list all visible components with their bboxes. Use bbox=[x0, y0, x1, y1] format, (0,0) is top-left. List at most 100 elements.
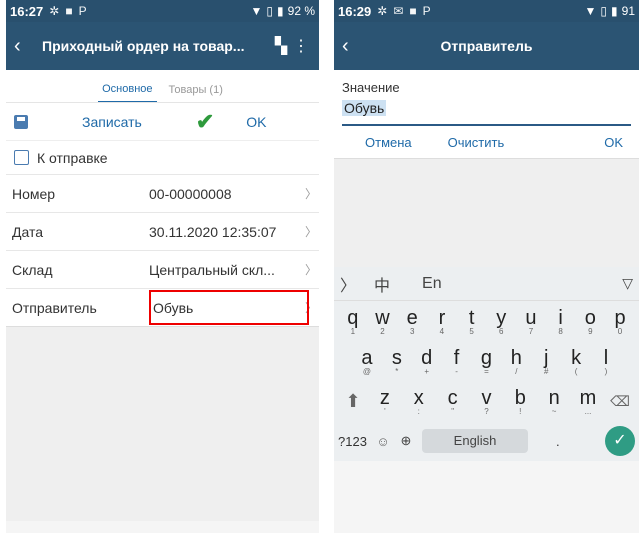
key-y[interactable]: y6 bbox=[488, 307, 515, 336]
key-i[interactable]: i8 bbox=[547, 307, 574, 336]
app-bar: ‹ Приходный ордер на товар... ▚ ⋮ bbox=[6, 22, 319, 70]
period-key[interactable]: . bbox=[556, 434, 560, 449]
key-label: y bbox=[496, 306, 507, 329]
key-p[interactable]: p0 bbox=[607, 307, 634, 336]
key-s[interactable]: s * bbox=[383, 347, 410, 376]
key-f[interactable]: f- bbox=[443, 347, 470, 376]
key-label: c bbox=[447, 386, 458, 409]
status-time: 16:29 bbox=[338, 3, 372, 19]
key-label: v bbox=[481, 386, 492, 409]
key-label: l bbox=[603, 346, 609, 369]
key-q[interactable]: q1 bbox=[339, 307, 366, 336]
key-c[interactable]: c " bbox=[441, 387, 465, 416]
tab-bar: Основное Товары (1) bbox=[6, 70, 319, 102]
copy-icon[interactable]: ▚ bbox=[271, 36, 291, 56]
field-label: Номер bbox=[12, 185, 56, 202]
field-sender[interactable]: Отправитель Обувь 〉 bbox=[6, 288, 319, 326]
settings-status-icon: ✲ bbox=[49, 4, 60, 18]
value-input-text[interactable]: Обувь bbox=[342, 100, 387, 116]
key-w[interactable]: w2 bbox=[369, 307, 396, 336]
key-sublabel: ( bbox=[574, 366, 578, 376]
key-k[interactable]: k( bbox=[563, 347, 590, 376]
key-j[interactable]: j # bbox=[533, 347, 560, 376]
key-sublabel: " bbox=[451, 406, 455, 416]
app-status-icon: ■ bbox=[409, 4, 417, 18]
wifi-icon: ▼ bbox=[584, 4, 597, 18]
key-r[interactable]: r4 bbox=[428, 307, 455, 336]
clear-button[interactable]: Очистить bbox=[448, 135, 505, 150]
key-m[interactable]: m... bbox=[576, 387, 600, 416]
check-icon[interactable]: ✔ bbox=[196, 109, 214, 135]
key-sublabel: @ bbox=[362, 366, 371, 376]
key-sublabel: = bbox=[484, 366, 489, 376]
key-label: z bbox=[379, 386, 390, 409]
english-mode-button[interactable]: En bbox=[422, 275, 442, 293]
key-u[interactable]: u7 bbox=[517, 307, 544, 336]
backspace-icon[interactable]: ⌫ bbox=[605, 393, 635, 410]
send-checkbox-row[interactable]: К отправке bbox=[6, 140, 319, 174]
key-g[interactable]: g = bbox=[473, 347, 500, 376]
key-label: p bbox=[614, 306, 626, 329]
key-label: f bbox=[453, 346, 460, 369]
key-label: o bbox=[584, 306, 596, 329]
field-label: Склад bbox=[12, 261, 53, 278]
ok-button[interactable]: OK bbox=[604, 135, 623, 150]
shift-icon[interactable]: ⬆ bbox=[338, 391, 368, 412]
save-button[interactable]: Записать bbox=[82, 114, 142, 130]
key-label: g bbox=[480, 346, 492, 369]
tab-main[interactable]: Основное bbox=[98, 83, 157, 102]
key-v[interactable]: v? bbox=[474, 387, 498, 416]
collapse-keyboard-icon[interactable]: ▽ bbox=[622, 275, 633, 292]
key-label: w bbox=[375, 306, 390, 329]
key-sublabel: 4 bbox=[439, 326, 445, 336]
back-icon[interactable]: ‹ bbox=[14, 35, 42, 58]
battery-icon: ▮ bbox=[611, 4, 618, 18]
key-l[interactable]: l) bbox=[592, 347, 619, 376]
key-label: k bbox=[571, 346, 582, 369]
back-icon[interactable]: ‹ bbox=[342, 35, 370, 58]
key-sublabel: 2 bbox=[380, 326, 385, 336]
key-h[interactable]: h / bbox=[503, 347, 530, 376]
symbols-key[interactable]: ?123 bbox=[338, 434, 372, 449]
key-a[interactable]: a @ bbox=[353, 347, 380, 376]
field-date[interactable]: Дата 30.11.2020 12:35:07 〉 bbox=[6, 212, 319, 250]
key-d[interactable]: d + bbox=[413, 347, 440, 376]
send-checkbox[interactable] bbox=[14, 150, 29, 165]
key-t[interactable]: t5 bbox=[458, 307, 485, 336]
globe-icon[interactable]: ⊕ bbox=[394, 433, 418, 449]
more-icon[interactable]: ⋮ bbox=[291, 36, 311, 56]
key-sublabel: * bbox=[395, 366, 399, 376]
chinese-mode-button[interactable]: 中 bbox=[374, 272, 390, 296]
enter-check-icon[interactable]: ✓ bbox=[605, 426, 635, 456]
ok-button[interactable]: OK bbox=[246, 114, 266, 130]
status-bar: 16:29 ✲ ✉ ■ P ▼ ▯ ▮ 91 bbox=[334, 0, 639, 22]
key-z[interactable]: z ' bbox=[373, 387, 397, 416]
key-sublabel: - bbox=[455, 366, 458, 376]
space-key[interactable]: English bbox=[422, 429, 528, 453]
key-label: n bbox=[548, 386, 560, 409]
key-sublabel: : bbox=[417, 406, 420, 416]
status-bar: 16:27 ✲ ■ P ▼ ▯ ▮ 92 % bbox=[6, 0, 319, 22]
empty-area bbox=[334, 158, 639, 267]
empty-area bbox=[6, 326, 319, 521]
key-label: e bbox=[406, 306, 418, 329]
key-row-3: ⬆ z ' x: c " v? b! n ~ m... ⌫ bbox=[334, 381, 639, 421]
field-warehouse[interactable]: Склад Центральный скл... 〉 bbox=[6, 250, 319, 288]
key-label: r bbox=[438, 306, 446, 329]
value-input[interactable]: Обувь bbox=[334, 100, 639, 126]
key-e[interactable]: e3 bbox=[399, 307, 426, 336]
key-o[interactable]: o9 bbox=[577, 307, 604, 336]
key-x[interactable]: x: bbox=[407, 387, 431, 416]
field-label: Дата bbox=[12, 223, 44, 240]
left-screen: 16:27 ✲ ■ P ▼ ▯ ▮ 92 % ‹ Приходный ордер… bbox=[6, 0, 319, 533]
key-sublabel: 5 bbox=[469, 326, 474, 336]
emoji-icon[interactable]: ☺ bbox=[372, 434, 394, 449]
key-n[interactable]: n ~ bbox=[542, 387, 566, 416]
expand-icon[interactable]: 〉 bbox=[334, 272, 362, 296]
cancel-button[interactable]: Отмена bbox=[365, 135, 412, 150]
field-number[interactable]: Номер 00-00000008 〉 bbox=[6, 174, 319, 212]
tab-goods[interactable]: Товары (1) bbox=[165, 84, 227, 102]
save-icon[interactable] bbox=[14, 114, 28, 129]
dialog-actions: Отмена Очистить OK bbox=[334, 126, 639, 158]
key-b[interactable]: b! bbox=[508, 387, 532, 416]
